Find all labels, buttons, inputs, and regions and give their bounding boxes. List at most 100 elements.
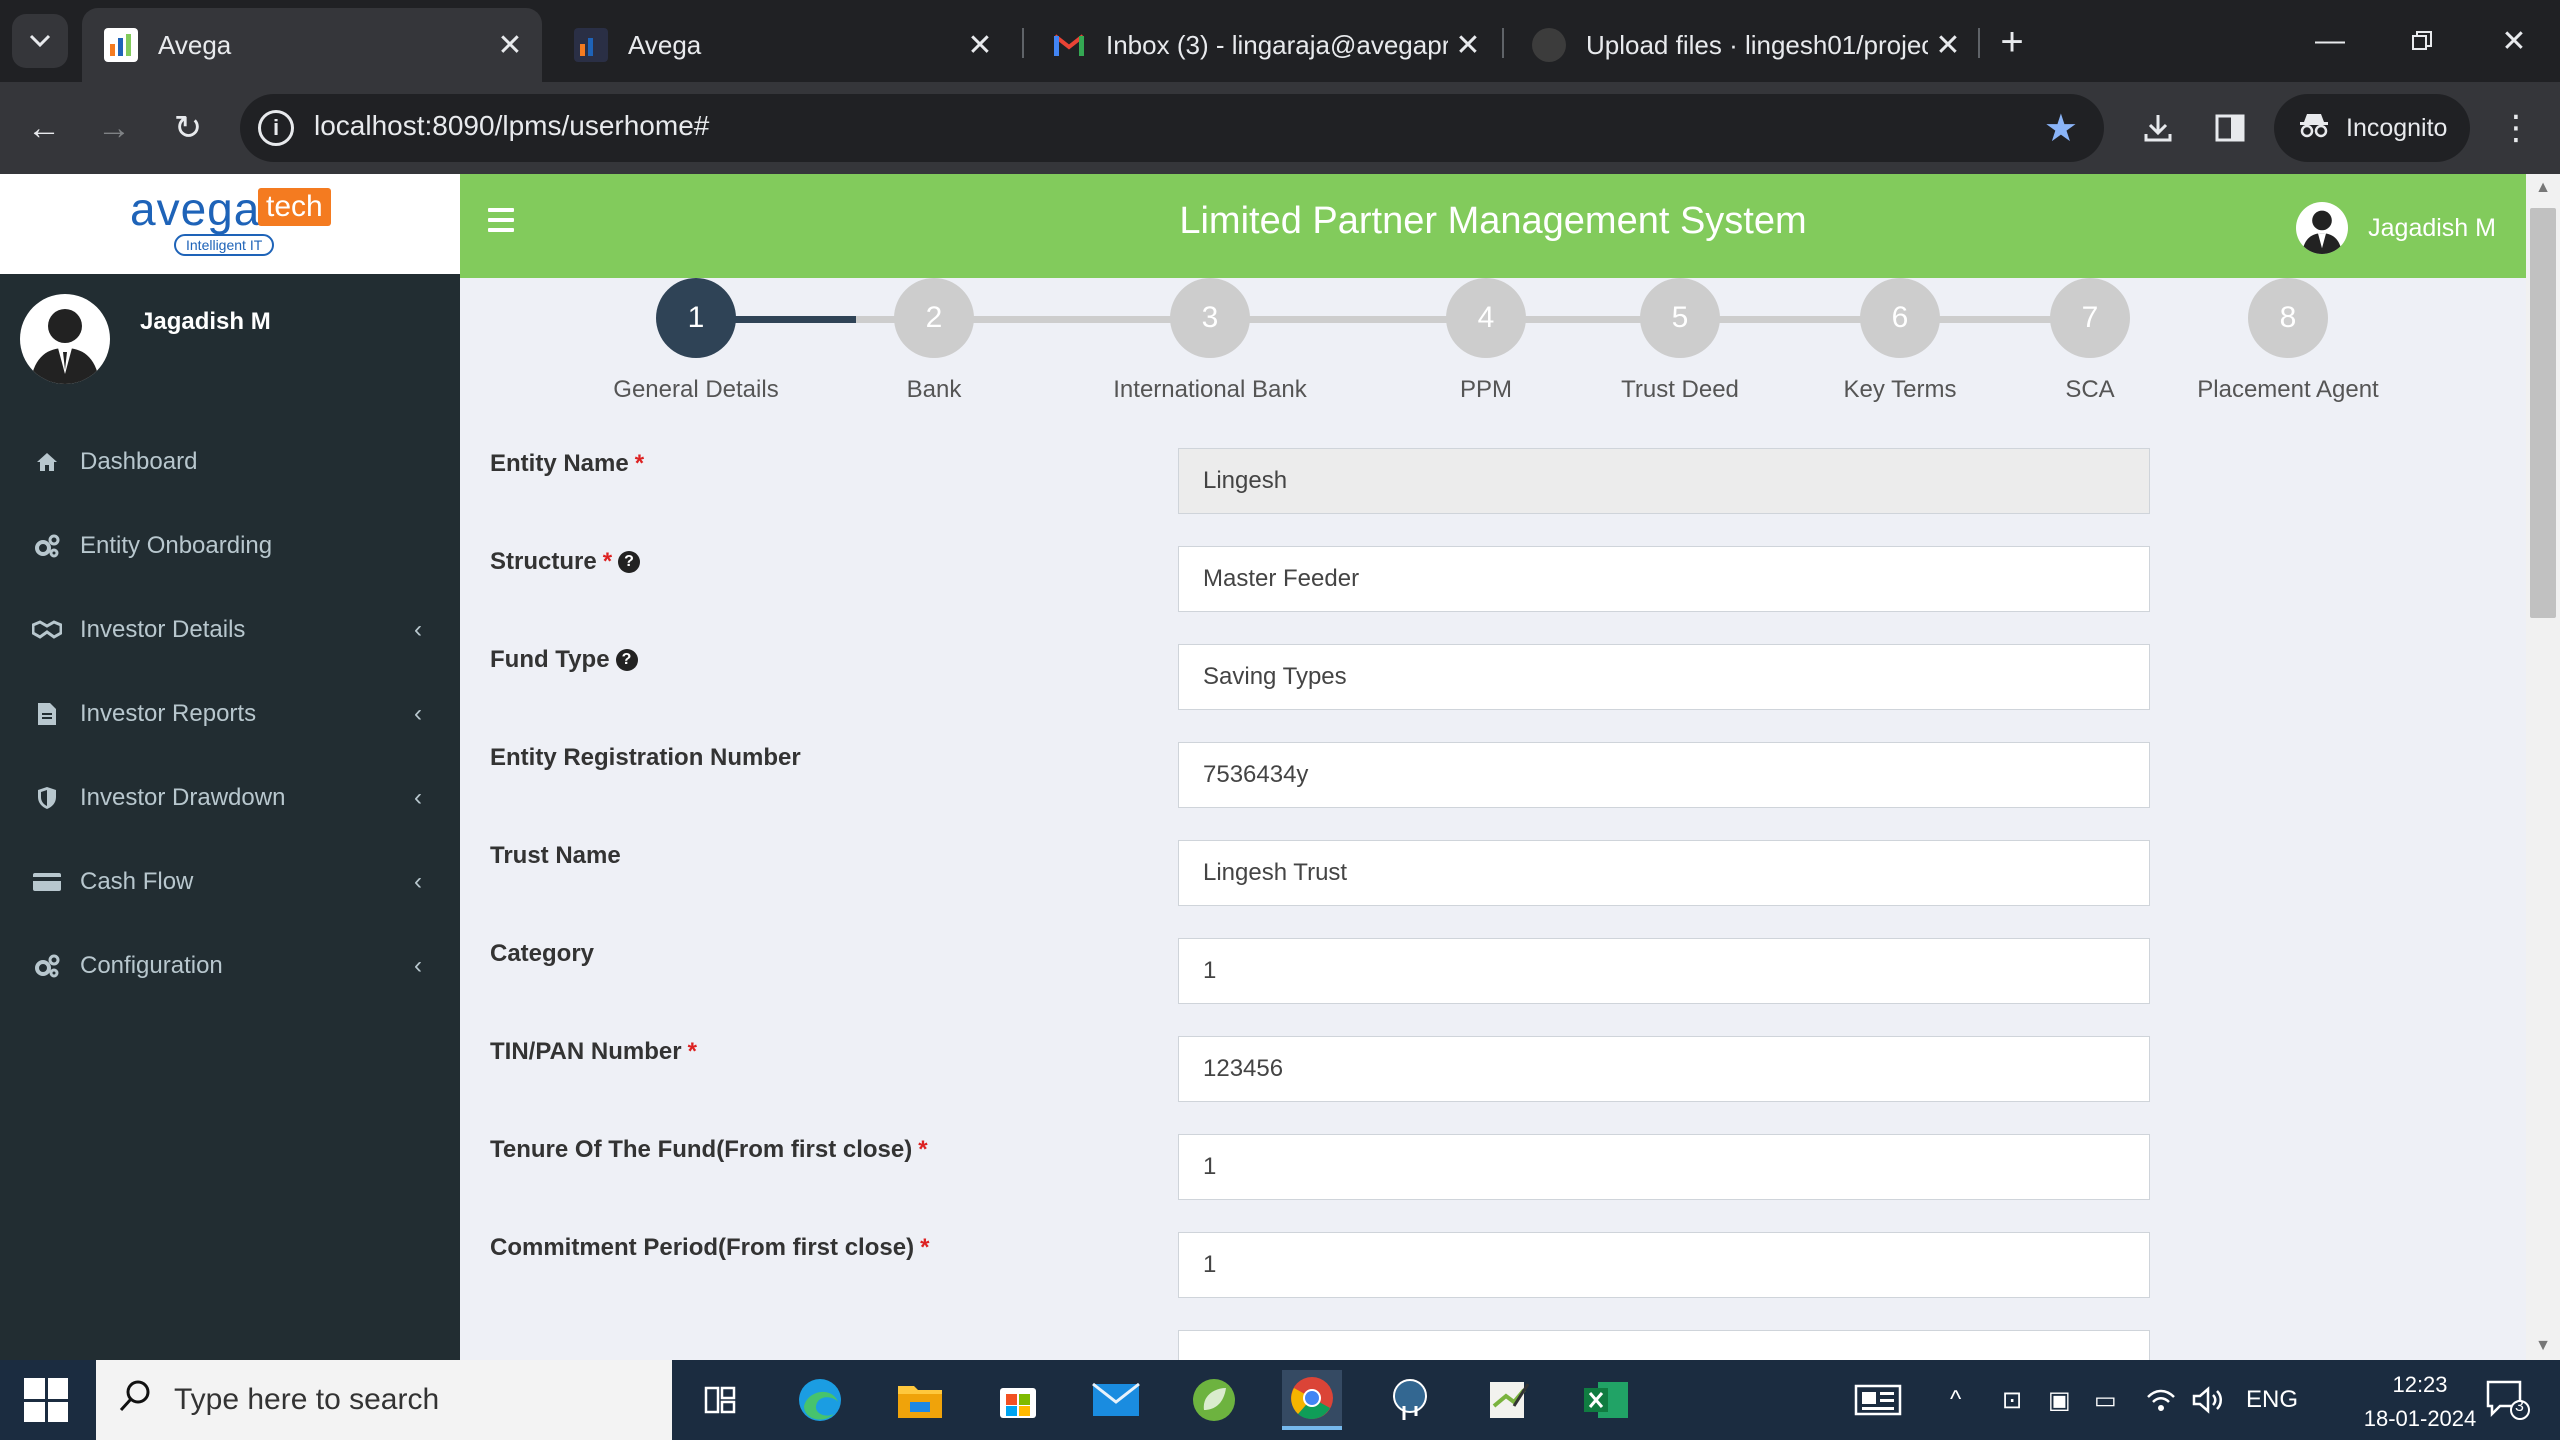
browser-tab-github[interactable]: Upload files · lingesh01/project ✕ (1510, 8, 1980, 82)
browser-menu-icon[interactable]: ⋮ (2496, 104, 2536, 152)
field-label: TIN/PAN Number * (490, 1038, 697, 1066)
trust-name-field[interactable] (1178, 840, 2150, 906)
tab-search-button[interactable] (12, 14, 68, 68)
sidebar-item-investor-drawdown[interactable]: Investor Drawdown ‹ (0, 756, 460, 840)
chrome-icon[interactable] (1282, 1370, 1342, 1430)
step-placement-agent[interactable]: 8 Placement Agent (2148, 278, 2428, 404)
scroll-down-icon[interactable]: ▼ (2526, 1334, 2560, 1358)
wifi-icon[interactable] (2146, 1360, 2176, 1440)
notepad-plus-icon[interactable] (1478, 1370, 1538, 1430)
step-international-bank[interactable]: 3 International Bank (1070, 278, 1350, 404)
step-number: 8 (2248, 278, 2328, 358)
header-user-menu[interactable]: Jagadish M (2296, 202, 2496, 254)
sidebar-item-label: Entity Onboarding (80, 532, 273, 559)
avega-tech-logo[interactable]: avega tech Intelligent IT (130, 176, 331, 264)
scrollbar-thumb[interactable] (2530, 208, 2556, 618)
github-icon (1532, 28, 1566, 62)
taskbar-search-box[interactable]: Type here to search (96, 1360, 672, 1440)
fund-type-field[interactable] (1178, 644, 2150, 710)
excel-icon[interactable] (1576, 1370, 1636, 1430)
close-window-icon[interactable]: ✕ (2484, 18, 2544, 64)
form-row-fund-type: Fund Type? (460, 644, 2526, 710)
question-circle-icon[interactable]: ? (618, 551, 641, 573)
step-bank[interactable]: 2 Bank (794, 278, 1074, 404)
browser-tab-gmail[interactable]: Inbox (3) - lingaraja@avegapro. ✕ (1030, 8, 1500, 82)
incognito-indicator[interactable]: Incognito (2274, 94, 2470, 162)
url-text[interactable]: localhost:8090/lpms/userhome# (314, 110, 709, 142)
form-row-tin-pan-number: TIN/PAN Number * (460, 1036, 2526, 1102)
credit-card-icon (32, 871, 62, 893)
reload-icon[interactable]: ↻ (164, 104, 212, 152)
minimize-icon[interactable]: — (2300, 18, 2360, 64)
page-scrollbar[interactable]: ▲ ▼ (2526, 174, 2560, 1360)
browser-tab-avega[interactable]: Avega ✕ (552, 8, 1012, 82)
microsoft-store-icon[interactable] (988, 1370, 1048, 1430)
volume-icon[interactable] (2192, 1360, 2224, 1440)
form-row-next-partial (460, 1330, 2526, 1360)
restore-icon[interactable] (2392, 18, 2452, 64)
sidebar-item-label: Dashboard (80, 448, 198, 475)
address-bar[interactable]: i localhost:8090/lpms/userhome# ★ (240, 94, 2104, 162)
field-label-text: Tenure Of The Fund(From first close) (490, 1136, 913, 1163)
sidebar-item-investor-details[interactable]: Investor Details ‹ (0, 588, 460, 672)
close-tab-icon[interactable]: ✕ (960, 25, 1000, 65)
app-header: Limited Partner Management System Jagadi… (460, 174, 2526, 278)
notification-center-icon[interactable]: 3 (2486, 1360, 2530, 1440)
browser-tab-avega-active[interactable]: Avega ✕ (82, 8, 542, 82)
close-tab-icon[interactable]: ✕ (1448, 25, 1488, 65)
sidebar-user-name: Jagadish M (140, 308, 271, 335)
form-row-entity-registration-number: Entity Registration Number (460, 742, 2526, 808)
category-field[interactable] (1178, 938, 2150, 1004)
form-row-category: Category (460, 938, 2526, 1004)
entity-name-field[interactable] (1178, 448, 2150, 514)
site-info-icon[interactable]: i (258, 110, 294, 146)
chevron-left-icon: ‹ (414, 784, 422, 811)
download-icon[interactable] (2134, 104, 2182, 152)
close-tab-icon[interactable]: ✕ (490, 25, 530, 65)
structure-field[interactable] (1178, 546, 2150, 612)
question-circle-icon[interactable]: ? (615, 649, 638, 671)
file-explorer-icon[interactable] (890, 1370, 950, 1430)
step-number: 1 (656, 278, 736, 358)
file-icon (32, 702, 62, 726)
entity-registration-number-field[interactable] (1178, 742, 2150, 808)
sidebar-item-dashboard[interactable]: Dashboard (0, 420, 460, 504)
sidebar-item-investor-reports[interactable]: Investor Reports ‹ (0, 672, 460, 756)
close-tab-icon[interactable]: ✕ (1928, 25, 1968, 65)
bookmark-star-icon[interactable]: ★ (2044, 106, 2078, 151)
forward-arrow-icon[interactable]: → (90, 104, 138, 152)
browser-toolbar: ← → ↻ i localhost:8090/lpms/userhome# ★ … (0, 82, 2560, 174)
tab-separator (1978, 28, 1980, 58)
show-hidden-icons-icon[interactable]: ^ (1950, 1360, 1961, 1440)
edge-browser-icon[interactable] (790, 1370, 850, 1430)
spring-tool-icon[interactable] (1184, 1370, 1244, 1430)
mail-icon[interactable] (1086, 1370, 1146, 1430)
meet-now-icon[interactable]: ⊡ (2002, 1360, 2022, 1440)
battery-icon[interactable]: ▭ (2094, 1360, 2117, 1440)
side-panel-icon[interactable] (2206, 104, 2254, 152)
tenure-field[interactable] (1178, 1134, 2150, 1200)
windows-start-icon[interactable] (24, 1378, 68, 1422)
new-tab-icon[interactable]: + (1990, 20, 2034, 64)
next-field-partial[interactable] (1178, 1330, 2150, 1360)
back-arrow-icon[interactable]: ← (20, 104, 68, 152)
form-row-structure: Structure *? (460, 546, 2526, 612)
field-label-text: Entity Registration Number (490, 744, 801, 771)
language-indicator[interactable]: ENG (2246, 1360, 2298, 1440)
tab-separator (1502, 28, 1504, 58)
tin-pan-number-field[interactable] (1178, 1036, 2150, 1102)
page-title: Limited Partner Management System (1179, 200, 1807, 242)
sidebar-item-cash-flow[interactable]: Cash Flow ‹ (0, 840, 460, 924)
task-view-icon[interactable] (690, 1370, 750, 1430)
scroll-up-icon[interactable]: ▲ (2526, 176, 2560, 200)
news-widget-icon[interactable] (1848, 1370, 1908, 1430)
sidebar-item-entity-onboarding[interactable]: Entity Onboarding (0, 504, 460, 588)
security-icon[interactable]: ▣ (2048, 1360, 2071, 1440)
commitment-period-field[interactable] (1178, 1232, 2150, 1298)
postgresql-icon[interactable] (1380, 1370, 1440, 1430)
sidebar-item-configuration[interactable]: Configuration ‹ (0, 924, 460, 1008)
taskbar-clock[interactable]: 12:23 18-01-2024 (2360, 1368, 2480, 1436)
home-icon (32, 452, 62, 472)
tab-title: Avega (628, 29, 702, 60)
web-page: avega tech Intelligent IT Jagadish M Das… (0, 174, 2560, 1360)
